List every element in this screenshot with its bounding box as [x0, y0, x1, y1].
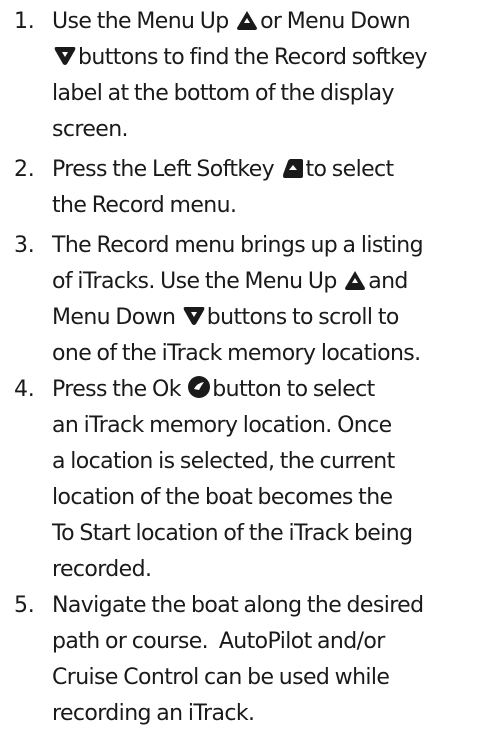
step-text: location of the boat becomes the	[52, 485, 393, 510]
step-text: the Record menu.	[52, 193, 237, 218]
step-line: buttons to find the Record softkey	[52, 40, 428, 76]
menu-down-icon	[53, 45, 77, 67]
step-text: of iTracks. Use the Menu Up	[52, 269, 343, 294]
ok-button-icon	[187, 375, 211, 399]
step-line: one of the iTrack memory locations.	[52, 336, 421, 372]
step-text: to select	[305, 157, 395, 182]
step-line: Cruise Control can be used while	[52, 660, 390, 696]
step-text: a location is selected, the current	[52, 449, 395, 474]
step-text: Navigate the boat along the desired	[52, 593, 424, 618]
step-text: Press the Left Softkey	[52, 157, 280, 182]
step-text: The Record menu brings up a listing	[52, 233, 424, 258]
step-line: label at the bottom of the display	[52, 76, 395, 112]
step-line: Press the Ok button to select	[52, 372, 375, 408]
step-number: 4.	[14, 377, 35, 402]
step-number: 3.	[14, 233, 35, 258]
step-line: screen.	[52, 112, 129, 148]
step-text: Menu Down	[52, 305, 181, 330]
step-text: screen.	[52, 117, 129, 142]
left-softkey-icon	[281, 157, 305, 179]
menu-up-icon	[235, 9, 259, 31]
step-text: To Start location of the iTrack being	[52, 521, 413, 546]
step-line: location of the boat becomes the	[52, 480, 393, 516]
step-text: recording an iTrack.	[52, 701, 255, 726]
step-number: 1.	[14, 9, 35, 34]
step-line: path or course. AutoPilot and/or	[52, 624, 385, 660]
step-text: path or course. AutoPilot and/or	[52, 629, 385, 654]
step-number: 5.	[14, 593, 35, 618]
step-text: Use the Menu Up	[52, 9, 235, 34]
step-line: of iTracks. Use the Menu Up and	[52, 264, 408, 300]
step-line: the Record menu.	[52, 188, 237, 224]
menu-up-icon	[343, 269, 367, 291]
step-line: a location is selected, the current	[52, 444, 395, 480]
step-line: recording an iTrack.	[52, 696, 255, 732]
step-text: Press the Ok	[52, 377, 187, 402]
step-text: buttons to find the Record softkey	[78, 45, 428, 70]
step-line: The Record menu brings up a listing	[52, 228, 424, 264]
step-line: an iTrack memory location. Once	[52, 408, 392, 444]
instruction-page: 1. Use the Menu Up or Menu Down buttons …	[0, 0, 480, 729]
step-text: one of the iTrack memory locations.	[52, 341, 421, 366]
step-text: and	[368, 269, 408, 294]
step-text: an iTrack memory location. Once	[52, 413, 392, 438]
step-number: 2.	[14, 157, 35, 182]
step-line: Menu Down buttons to scroll to	[52, 300, 399, 336]
step-line: Press the Left Softkey to select	[52, 152, 394, 188]
step-line: recorded.	[52, 552, 152, 588]
step-text: recorded.	[52, 557, 152, 582]
step-text: or Menu Down	[260, 9, 411, 34]
step-line: To Start location of the iTrack being	[52, 516, 413, 552]
menu-down-icon	[182, 305, 206, 327]
step-text: buttons to scroll to	[206, 305, 400, 330]
step-line: Navigate the boat along the desired	[52, 588, 424, 624]
step-text: Cruise Control can be used while	[52, 665, 390, 690]
step-text: button to select	[212, 377, 375, 402]
step-text: label at the bottom of the display	[52, 81, 395, 106]
step-line: Use the Menu Up or Menu Down	[52, 4, 411, 40]
